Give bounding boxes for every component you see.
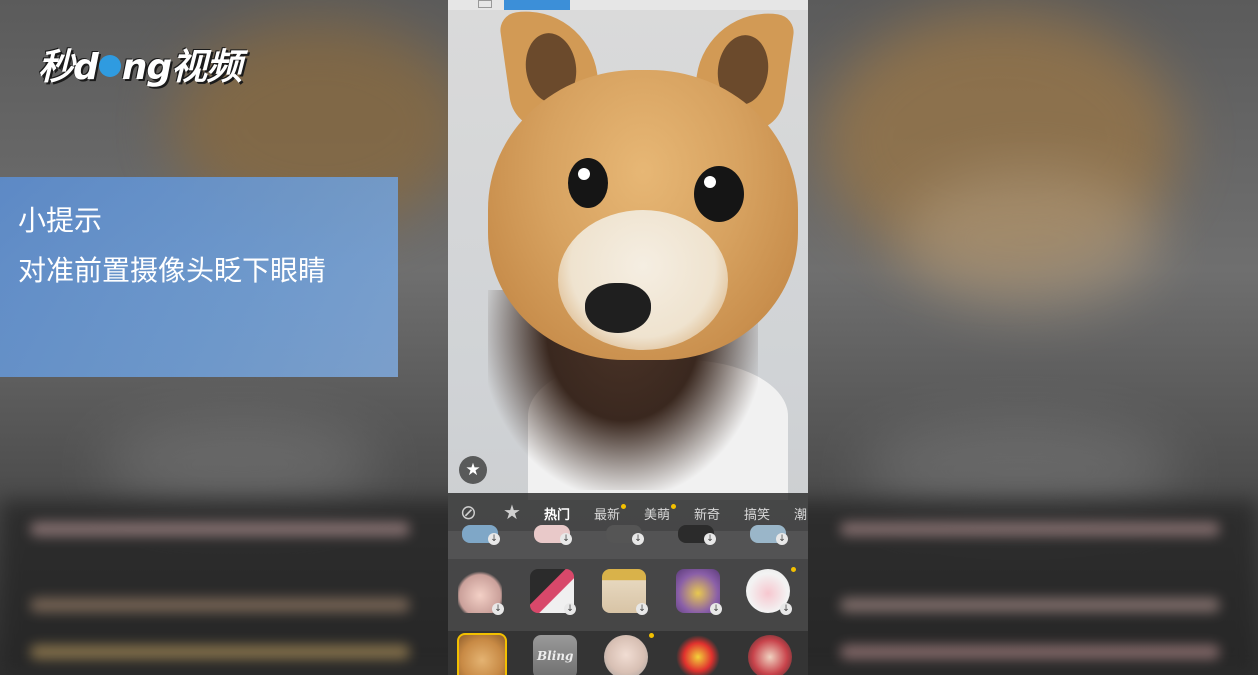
download-icon: ↓	[710, 603, 722, 615]
logo-text-a: 秒d	[38, 47, 99, 88]
dog-eye-left	[568, 158, 608, 208]
top-bar-square-icon	[478, 0, 492, 8]
sticker-row: Bling	[448, 631, 808, 675]
download-icon: ↓	[488, 533, 500, 545]
burst-sticker[interactable]	[676, 635, 720, 675]
clown-sticker[interactable]	[748, 635, 792, 675]
tip-title: 小提示	[18, 204, 103, 237]
bling-label: Bling	[537, 649, 574, 663]
download-icon: ↓	[704, 533, 716, 545]
old-man-sticker[interactable]	[604, 633, 654, 675]
top-bar-button[interactable]	[504, 0, 570, 10]
shiba-dog-sticker[interactable]	[457, 633, 507, 675]
sticker-partial[interactable]: ↓	[678, 525, 716, 545]
tab-hot[interactable]: 热门	[544, 504, 570, 523]
bg-strip	[30, 645, 410, 659]
dog-eye-right	[694, 166, 744, 222]
logo-text-b: ng视频	[121, 47, 242, 88]
sticker-partial[interactable]: ↓	[606, 525, 644, 545]
tab-novel[interactable]: 新奇	[694, 504, 720, 523]
favorite-star-button[interactable]: ★	[459, 456, 487, 484]
tip-panel: 小提示 对准前置摄像头眨下眼睛	[0, 177, 398, 377]
tab-trend[interactable]: 潮	[794, 504, 807, 523]
sticker-partial[interactable]: ↓	[750, 525, 788, 545]
sparkle-frame-sticker[interactable]: ↓	[676, 569, 722, 615]
dog-face-mask	[488, 70, 798, 360]
new-dot	[649, 633, 654, 638]
sticker-partial[interactable]: ↓	[462, 525, 500, 545]
star-icon[interactable]: ★	[503, 500, 521, 524]
logo-play-icon	[98, 55, 121, 77]
pig-hood-sticker[interactable]: ↓	[746, 567, 796, 615]
top-bar	[448, 0, 808, 10]
no-effect-icon[interactable]: ⊘	[460, 500, 477, 524]
dog-muzzle	[558, 210, 728, 350]
lipstick-sticker[interactable]: ↓	[530, 569, 576, 615]
sticker-row-partial: ↓ ↓ ↓ ↓ ↓	[448, 525, 808, 559]
bg-blob	[100, 420, 380, 510]
phone-screen: ★ ⊘ ★ 热门 最新 美萌 新奇 搞笑 潮 ↓ ↓ ↓ ↓ ↓ ↓ ↓ ↓ ↓…	[448, 0, 808, 675]
new-dot	[791, 567, 796, 572]
sticker-panel: ⊘ ★ 热门 最新 美萌 新奇 搞笑 潮 ↓ ↓ ↓ ↓ ↓ ↓ ↓ ↓ ↓ ↓…	[448, 493, 808, 675]
video-logo: 秒d ng视频	[38, 38, 242, 90]
bg-strip	[840, 522, 1220, 536]
download-icon: ↓	[632, 533, 644, 545]
hands-hearts-sticker[interactable]: ↓	[458, 569, 504, 615]
bg-blob	[900, 170, 1160, 310]
download-icon: ↓	[780, 603, 792, 615]
tab-funny[interactable]: 搞笑	[744, 504, 770, 523]
bg-strip	[840, 645, 1220, 659]
tab-cute-label: 美萌	[644, 508, 671, 523]
tab-cute[interactable]: 美萌	[644, 504, 677, 523]
sticker-partial[interactable]: ↓	[534, 525, 572, 545]
tab-newest-label: 最新	[594, 508, 621, 523]
dog-nose	[585, 283, 651, 333]
bling-sticker[interactable]: Bling	[533, 635, 577, 675]
download-icon: ↓	[492, 603, 504, 615]
tip-body: 对准前置摄像头眨下眼睛	[18, 254, 327, 287]
new-dot	[671, 504, 677, 509]
bg-strip	[30, 522, 410, 536]
star-icon: ★	[465, 460, 481, 480]
download-icon: ↓	[564, 603, 576, 615]
new-dot	[621, 504, 627, 509]
download-icon: ↓	[636, 603, 648, 615]
bg-strip	[840, 598, 1220, 612]
tab-newest[interactable]: 最新	[594, 504, 627, 523]
gift-box-sticker[interactable]: ↓	[602, 569, 648, 615]
bg-strip	[30, 598, 410, 612]
sticker-row: ↓ ↓ ↓ ↓ ↓	[448, 563, 808, 619]
download-icon: ↓	[560, 533, 572, 545]
download-icon: ↓	[776, 533, 788, 545]
